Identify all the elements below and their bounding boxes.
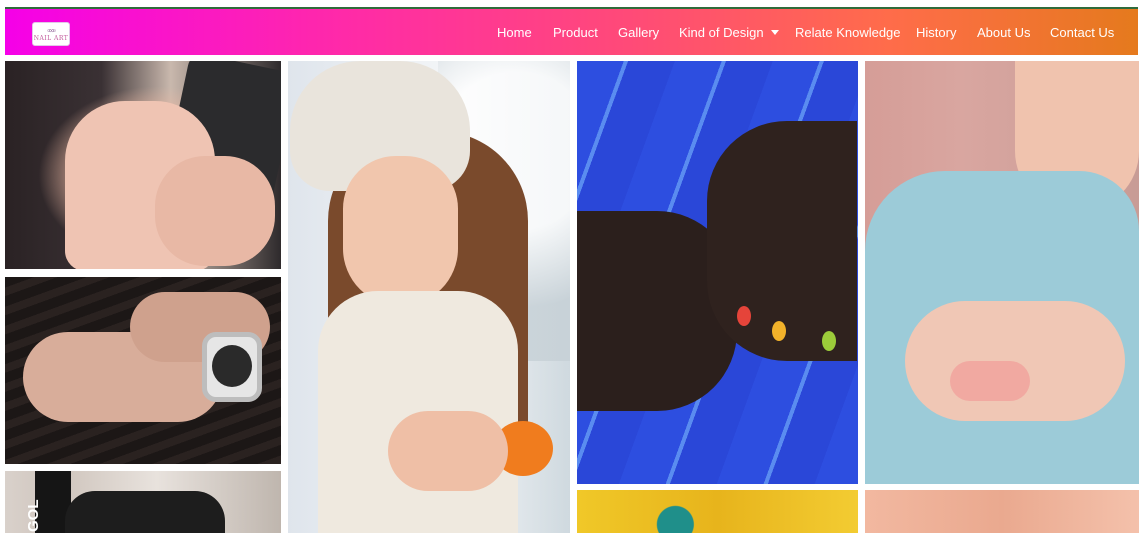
nav-contact-us[interactable]: Contact Us [1050,25,1114,40]
nav-kind-of-design[interactable]: Kind of Design [679,25,779,40]
gallery-photo-woman-blazer[interactable] [865,61,1139,484]
gallery-photo-yellow[interactable] [577,490,858,533]
hand-shape-2 [155,156,275,266]
nav-gallery[interactable]: Gallery [618,25,659,40]
nav-home[interactable]: Home [497,25,532,40]
nail-accent-shape-3 [822,331,836,351]
nav-product[interactable]: Product [553,25,598,40]
face-shape [343,156,458,306]
nail-accent-shape [737,306,751,326]
gallery-photo-watch[interactable] [5,277,281,464]
caret-down-icon [770,30,779,35]
nav-relate-knowledge[interactable]: Relate Knowledge [795,25,901,40]
nail-accent-shape-2 [772,321,786,341]
gallery-photo-hands-phone[interactable] [5,61,281,269]
gallery-photo-woman-hat[interactable] [288,61,570,533]
main-nav: Home Product Gallery Kind of Design Rela… [5,9,1138,55]
dark-top-shape [65,491,225,533]
navbar: ◦∞◦ NAIL ART Home Product Gallery Kind o… [5,9,1138,55]
hands-shape [388,411,508,491]
nav-kind-of-design-label: Kind of Design [679,25,764,40]
strap-text: GOL [25,499,42,533]
gallery-photo-tattoo[interactable]: GOL [5,471,281,533]
gallery-photo-blue-hands[interactable] [577,61,858,484]
gallery-photo-peach-plants[interactable] [865,490,1139,533]
watch-face-shape [212,345,252,387]
nav-history[interactable]: History [916,25,956,40]
nav-about-us[interactable]: About Us [977,25,1030,40]
macaron-shape [950,361,1030,401]
